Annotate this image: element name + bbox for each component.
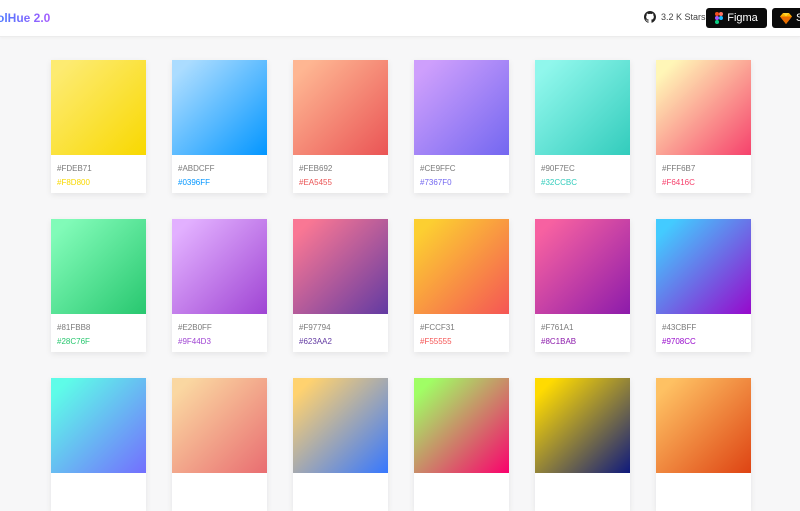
top-navbar: olHue 2.0 3.2 K Stars Figma S (0, 0, 800, 37)
gradient-card[interactable]: #E2B0FF #9F44D3 (172, 219, 267, 352)
gradient-swatch[interactable] (656, 60, 751, 155)
gradient-card[interactable]: #CE9FFC #7367F0 (414, 60, 509, 193)
end-color-code[interactable]: #7367F0 (420, 176, 509, 190)
gradient-swatch[interactable] (535, 378, 630, 473)
gradient-swatch[interactable] (172, 60, 267, 155)
end-color-code[interactable]: #623AA2 (299, 335, 388, 349)
gradient-card[interactable]: #F761A1 #8C1BAB (535, 219, 630, 352)
start-color-code[interactable]: #FEB692 (299, 162, 388, 176)
stars-count: 3.2 K Stars (661, 12, 706, 22)
gradient-swatch[interactable] (414, 219, 509, 314)
gradient-card[interactable]: #43CBFF #9708CC (656, 219, 751, 352)
gradient-swatch[interactable] (293, 378, 388, 473)
start-color-code[interactable]: #FCCF31 (420, 321, 509, 335)
gradient-card[interactable]: #F97794 #623AA2 (293, 219, 388, 352)
sketch-button[interactable]: S (772, 8, 800, 28)
end-color-code[interactable]: #32CCBC (541, 176, 630, 190)
gradient-card[interactable] (172, 378, 267, 511)
gradient-swatch[interactable] (172, 219, 267, 314)
gradient-swatch[interactable] (535, 60, 630, 155)
end-color-code[interactable]: #28C76F (57, 335, 146, 349)
sketch-button-label: S (796, 12, 800, 24)
end-color-code[interactable]: #F55555 (420, 335, 509, 349)
start-color-code[interactable]: #81FBB8 (57, 321, 146, 335)
github-stars-link[interactable]: 3.2 K Stars (644, 11, 706, 23)
start-color-code[interactable]: #CE9FFC (420, 162, 509, 176)
gradient-swatch[interactable] (51, 60, 146, 155)
gradient-swatch[interactable] (656, 219, 751, 314)
end-color-code[interactable]: #F8D800 (57, 176, 146, 190)
figma-button[interactable]: Figma (706, 8, 767, 28)
gradient-card[interactable] (535, 378, 630, 511)
end-color-code[interactable]: #F6416C (662, 176, 751, 190)
gradient-card[interactable] (51, 378, 146, 511)
gradient-swatch[interactable] (293, 60, 388, 155)
gradient-card[interactable]: #81FBB8 #28C76F (51, 219, 146, 352)
start-color-code[interactable]: #F761A1 (541, 321, 630, 335)
gradient-card[interactable]: #FCCF31 #F55555 (414, 219, 509, 352)
gradient-card[interactable]: #FEB692 #EA5455 (293, 60, 388, 193)
gradient-card[interactable] (414, 378, 509, 511)
github-icon (644, 11, 656, 23)
gradient-swatch[interactable] (293, 219, 388, 314)
gradient-swatch[interactable] (535, 219, 630, 314)
gradient-card[interactable]: #ABDCFF #0396FF (172, 60, 267, 193)
end-color-code[interactable]: #EA5455 (299, 176, 388, 190)
gradient-swatch[interactable] (51, 219, 146, 314)
start-color-code[interactable]: #FDEB71 (57, 162, 146, 176)
app-logo-title[interactable]: olHue 2.0 (0, 11, 50, 25)
start-color-code[interactable]: #F97794 (299, 321, 388, 335)
end-color-code[interactable]: #9F44D3 (178, 335, 267, 349)
end-color-code[interactable]: #9708CC (662, 335, 751, 349)
gradient-card[interactable]: #FDEB71 #F8D800 (51, 60, 146, 193)
start-color-code[interactable]: #E2B0FF (178, 321, 267, 335)
start-color-code[interactable]: #90F7EC (541, 162, 630, 176)
sketch-icon (780, 12, 792, 24)
end-color-code[interactable]: #0396FF (178, 176, 267, 190)
end-color-code[interactable]: #8C1BAB (541, 335, 630, 349)
start-color-code[interactable]: #43CBFF (662, 321, 751, 335)
gradient-card[interactable] (293, 378, 388, 511)
gradient-swatch[interactable] (51, 378, 146, 473)
figma-icon (715, 12, 724, 24)
gradient-grid: #FDEB71 #F8D800 #ABDCFF #0396FF #FEB692 #EA… (51, 60, 751, 511)
gradient-card[interactable] (656, 378, 751, 511)
gradient-swatch[interactable] (414, 378, 509, 473)
start-color-code[interactable]: #FFF6B7 (662, 162, 751, 176)
gradient-card[interactable]: #FFF6B7 #F6416C (656, 60, 751, 193)
gradient-swatch[interactable] (414, 60, 509, 155)
gradient-swatch[interactable] (656, 378, 751, 473)
figma-button-label: Figma (727, 12, 758, 24)
start-color-code[interactable]: #ABDCFF (178, 162, 267, 176)
gradient-swatch[interactable] (172, 378, 267, 473)
gradient-card[interactable]: #90F7EC #32CCBC (535, 60, 630, 193)
